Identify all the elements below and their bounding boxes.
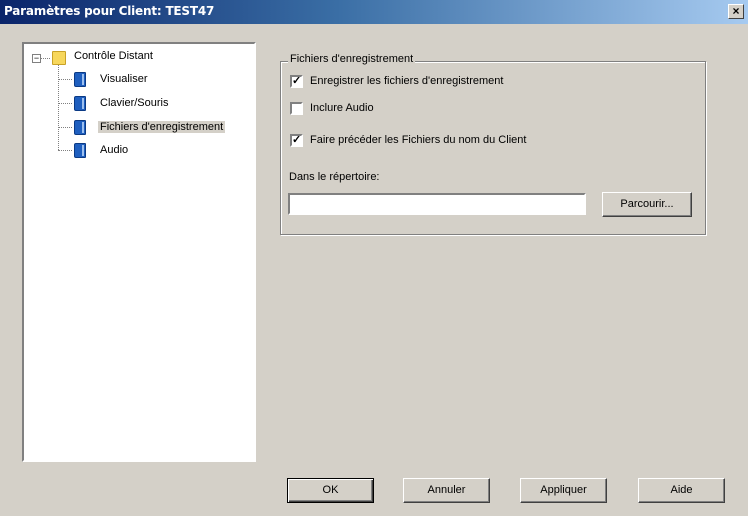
cancel-button[interactable]: Annuler [403, 478, 490, 503]
group-legend: Fichiers d'enregistrement [288, 53, 416, 65]
title-bar[interactable]: Paramètres pour Client: TEST47 × [0, 0, 748, 24]
browse-button[interactable]: Parcourir... [602, 192, 692, 217]
collapse-toggle[interactable]: − [32, 54, 41, 63]
checkbox-label: Faire précéder les Fichiers du nom du Cl… [310, 134, 527, 146]
ok-button[interactable]: OK [287, 478, 374, 503]
tree-item-label: Visualiser [100, 73, 148, 85]
tree-item-label: Clavier/Souris [100, 97, 169, 109]
tree-connector-line [40, 58, 50, 59]
checkbox-box[interactable]: ✓ [290, 75, 303, 88]
tree-item-label: Contrôle Distant [74, 50, 153, 62]
directory-input[interactable] [288, 193, 586, 215]
settings-dialog: Paramètres pour Client: TEST47 × − Contr… [0, 0, 748, 516]
book-icon [74, 96, 86, 111]
checkbox-label: Enregistrer les fichiers d'enregistremen… [310, 75, 504, 87]
apply-button[interactable]: Appliquer [520, 478, 607, 503]
tree-connector-line [58, 79, 72, 80]
book-icon [74, 120, 86, 135]
checkmark-icon: ✓ [292, 134, 302, 146]
directory-label: Dans le répertoire: [289, 171, 380, 183]
minus-icon: − [33, 53, 40, 63]
book-icon [74, 143, 86, 158]
tree-connector-line [58, 64, 59, 150]
checkbox-box[interactable] [290, 102, 303, 115]
tree-connector-line [58, 150, 72, 151]
tree-connector-line [58, 103, 72, 104]
close-button[interactable]: × [728, 4, 744, 19]
folder-icon [52, 51, 66, 65]
tree-item-label: Fichiers d'enregistrement [98, 121, 226, 133]
checkmark-icon: ✓ [292, 75, 302, 87]
checkbox-box[interactable]: ✓ [290, 134, 303, 147]
window-title: Paramètres pour Client: TEST47 [4, 4, 215, 18]
settings-tree[interactable]: − Contrôle Distant Visualiser Clavier/So… [22, 42, 256, 462]
tree-item-label: Audio [100, 144, 129, 156]
book-icon [74, 72, 86, 87]
checkbox-label: Inclure Audio [310, 102, 374, 114]
close-icon: × [732, 4, 740, 18]
help-button[interactable]: Aide [638, 478, 725, 503]
tree-connector-line [58, 127, 72, 128]
